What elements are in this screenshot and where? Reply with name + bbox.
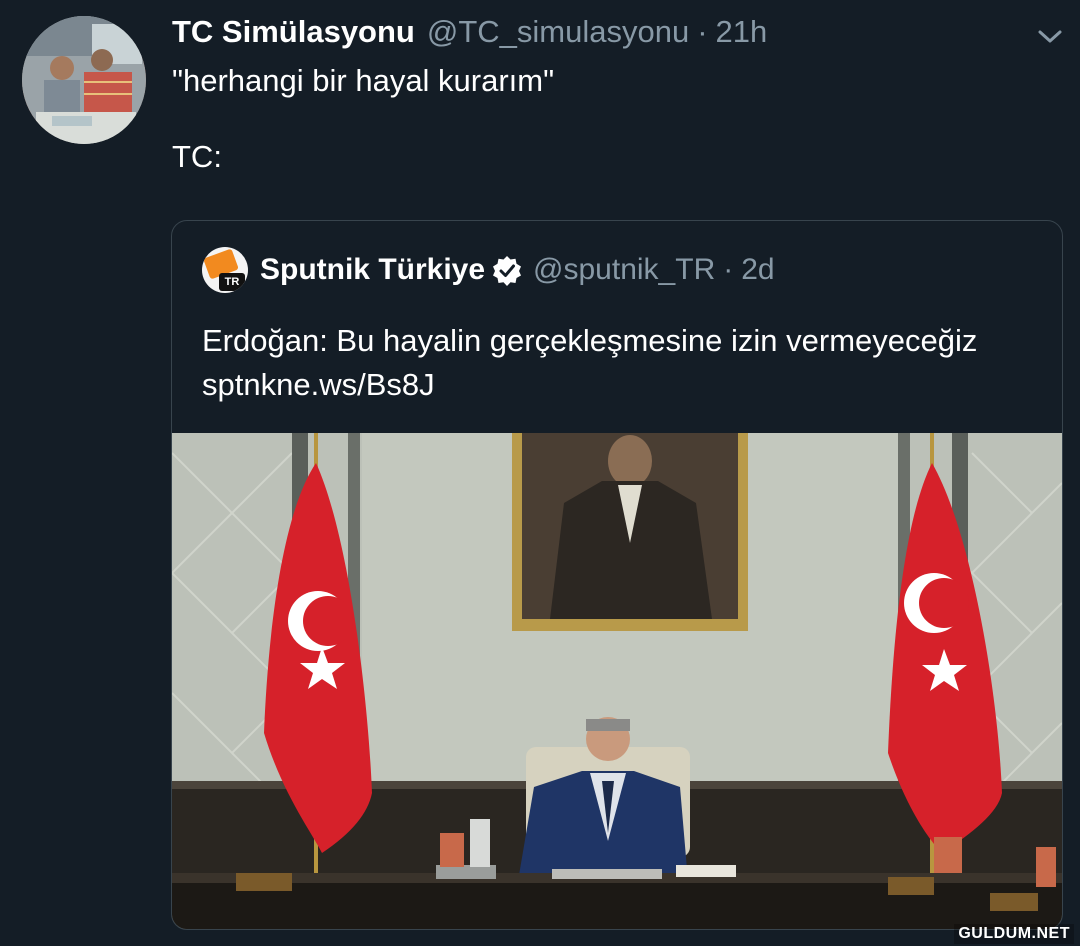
site-watermark: GULDUM.NET xyxy=(954,924,1074,944)
quoted-tweet-timestamp[interactable]: 2d xyxy=(741,253,774,287)
quoted-author-display-name[interactable]: Sputnik Türkiye xyxy=(260,253,485,287)
quoted-separator-dot: · xyxy=(723,253,734,286)
tweet-text: "herhangi bir hayal kurarım" TC: xyxy=(172,63,555,174)
author-handle[interactable]: @TC_simulasyonu xyxy=(427,14,689,50)
tweet-page: TC Simülasyonu @TC_simulasyonu · 21h "he… xyxy=(0,0,1080,946)
sputnik-logo-avatar[interactable]: TR xyxy=(202,247,248,293)
avatar-photo xyxy=(22,16,146,144)
quoted-tweet-card[interactable]: TR Sputnik Türkiye @sputnik_TR · 2d Erdo… xyxy=(171,220,1063,930)
chevron-down-icon[interactable] xyxy=(1034,22,1066,50)
tweet-timestamp[interactable]: 21h xyxy=(716,14,768,50)
quoted-tweet-text: Erdoğan: Bu hayalin gerçekleşmesine izin… xyxy=(202,323,978,402)
quoted-author-handle[interactable]: @sputnik_TR xyxy=(533,253,715,287)
quoted-tweet-image[interactable] xyxy=(172,433,1062,929)
author-avatar[interactable] xyxy=(22,16,146,144)
meeting-room-photo xyxy=(172,433,1062,929)
verified-badge-icon xyxy=(493,256,522,286)
quoted-tweet-header: TR Sputnik Türkiye @sputnik_TR · 2d xyxy=(202,247,775,293)
author-display-name[interactable]: TC Simülasyonu xyxy=(172,14,415,50)
tweet-header: TC Simülasyonu @TC_simulasyonu · 21h xyxy=(172,14,767,54)
separator-dot: · xyxy=(697,14,708,49)
logo-tr-label: TR xyxy=(219,273,245,291)
